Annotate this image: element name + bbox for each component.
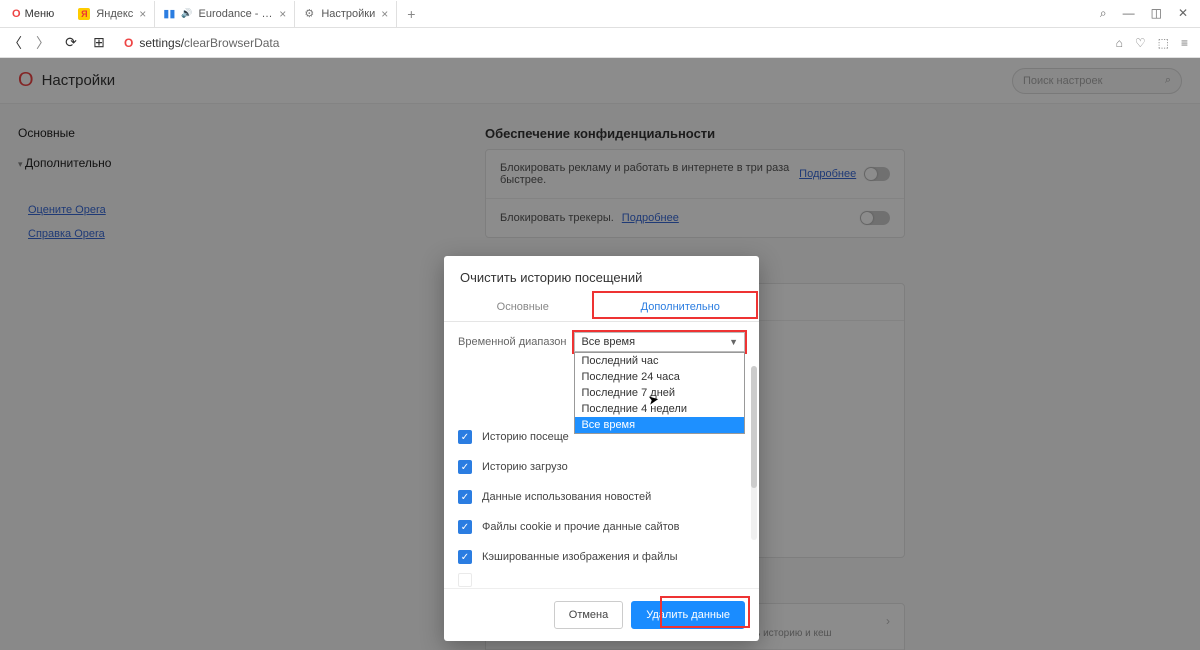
title-bar: O Меню Я Яндекс × ▮▮ 🔊 Eurodance - слуша… xyxy=(0,0,1200,28)
tab-eurodance[interactable]: ▮▮ 🔊 Eurodance - слушать о × xyxy=(155,1,295,27)
tabs-bar: Я Яндекс × ▮▮ 🔊 Eurodance - слушать о × … xyxy=(70,0,1100,27)
close-icon[interactable]: × xyxy=(139,7,146,21)
highlight-box xyxy=(592,291,758,319)
dropdown-option[interactable]: Последние 24 часа xyxy=(575,369,744,385)
close-window-icon[interactable]: ✕ xyxy=(1178,6,1188,21)
dropdown-option-selected[interactable]: Все время xyxy=(575,417,744,433)
tab-label: Яндекс xyxy=(96,8,133,20)
url-domain: settings/ xyxy=(139,36,184,50)
close-icon[interactable]: × xyxy=(279,7,286,21)
easy-setup-icon[interactable]: ≡ xyxy=(1181,36,1188,50)
gear-icon: ⚙ xyxy=(303,8,315,20)
opera-menu-button[interactable]: O Меню xyxy=(4,8,62,20)
time-range-select[interactable]: Все время ▼ Последний час Последние 24 ч… xyxy=(574,332,745,352)
opera-icon: O xyxy=(12,8,21,20)
equalizer-icon: ▮▮ xyxy=(163,8,175,20)
check-label: Данные использования новостей xyxy=(482,491,651,503)
scrollbar-thumb[interactable] xyxy=(751,366,757,488)
checkbox-icon: ✓ xyxy=(458,550,472,564)
speaker-icon: 🔊 xyxy=(181,8,192,20)
highlight-box xyxy=(572,330,747,354)
range-label: Временной диапазон xyxy=(458,336,566,348)
window-controls: ⌕ ― ◫ ✕ xyxy=(1100,6,1196,21)
tab-basic[interactable]: Основные xyxy=(444,293,602,321)
heart-icon[interactable]: ♡ xyxy=(1135,36,1146,50)
dialog-footer: Отмена Удалить данные xyxy=(444,588,759,641)
reload-button[interactable]: ⟳ xyxy=(62,34,80,51)
dialog-body: Временной диапазон Все время ▼ Последний… xyxy=(444,322,759,588)
cube-icon[interactable]: ⬚ xyxy=(1158,36,1169,50)
url-field[interactable]: O settings/clearBrowserData xyxy=(118,36,1106,50)
check-row-partial[interactable] xyxy=(458,572,745,588)
speed-dial-button[interactable]: ⊞ xyxy=(90,34,108,51)
checkbox-icon: ✓ xyxy=(458,490,472,504)
address-bar: 〈 〉 ⟳ ⊞ O settings/clearBrowserData ⌂ ♡ … xyxy=(0,28,1200,58)
time-range-dropdown: Последний час Последние 24 часа Последни… xyxy=(574,352,745,434)
cancel-button[interactable]: Отмена xyxy=(554,601,623,629)
new-tab-button[interactable]: + xyxy=(397,6,425,22)
yandex-icon: Я xyxy=(78,8,90,20)
dropdown-option[interactable]: Последний час xyxy=(575,353,744,369)
dialog-tabs: Основные Дополнительно xyxy=(444,293,759,322)
menu-label: Меню xyxy=(25,8,55,20)
highlight-box xyxy=(660,596,750,628)
checkbox-icon: ✓ xyxy=(458,520,472,534)
settings-page: O Настройки Поиск настроек ⌕ Основные До… xyxy=(0,58,1200,650)
forward-button[interactable]: 〉 xyxy=(34,33,52,53)
checkbox-icon xyxy=(458,573,472,587)
back-button[interactable]: 〈 xyxy=(6,33,24,53)
check-label: Файлы cookie и прочие данные сайтов xyxy=(482,521,679,533)
tab-label: Eurodance - слушать о xyxy=(199,8,274,20)
camera-icon[interactable]: ⌂ xyxy=(1116,36,1123,50)
dialog-scrollbar[interactable] xyxy=(751,366,757,540)
search-icon[interactable]: ⌕ xyxy=(1100,6,1107,21)
addr-right-icons: ⌂ ♡ ⬚ ≡ xyxy=(1116,36,1194,50)
tab-yandex[interactable]: Я Яндекс × xyxy=(70,1,155,27)
opera-icon: O xyxy=(124,36,133,50)
minimize-icon[interactable]: ― xyxy=(1123,6,1135,21)
tab-label: Настройки xyxy=(321,8,375,20)
dialog-title: Очистить историю посещений xyxy=(444,256,759,293)
checkbox-icon: ✓ xyxy=(458,460,472,474)
close-icon[interactable]: × xyxy=(381,7,388,21)
check-label: Историю посеще xyxy=(482,431,569,443)
check-row[interactable]: ✓ Данные использования новостей xyxy=(458,482,745,512)
clear-history-dialog: Очистить историю посещений Основные Допо… xyxy=(444,256,759,641)
time-range-row: Временной диапазон Все время ▼ Последний… xyxy=(458,332,745,352)
check-row[interactable]: ✓ Файлы cookie и прочие данные сайтов xyxy=(458,512,745,542)
dropdown-option[interactable]: Последние 7 дней xyxy=(575,385,744,401)
url-path: clearBrowserData xyxy=(184,36,279,50)
check-label: Историю загрузо xyxy=(482,461,568,473)
check-row[interactable]: ✓ Кэшированные изображения и файлы xyxy=(458,542,745,572)
checkbox-icon: ✓ xyxy=(458,430,472,444)
tab-settings[interactable]: ⚙ Настройки × xyxy=(295,1,397,27)
maximize-icon[interactable]: ◫ xyxy=(1151,6,1162,21)
check-label: Кэшированные изображения и файлы xyxy=(482,551,678,563)
check-row[interactable]: ✓ Историю загрузо xyxy=(458,452,745,482)
